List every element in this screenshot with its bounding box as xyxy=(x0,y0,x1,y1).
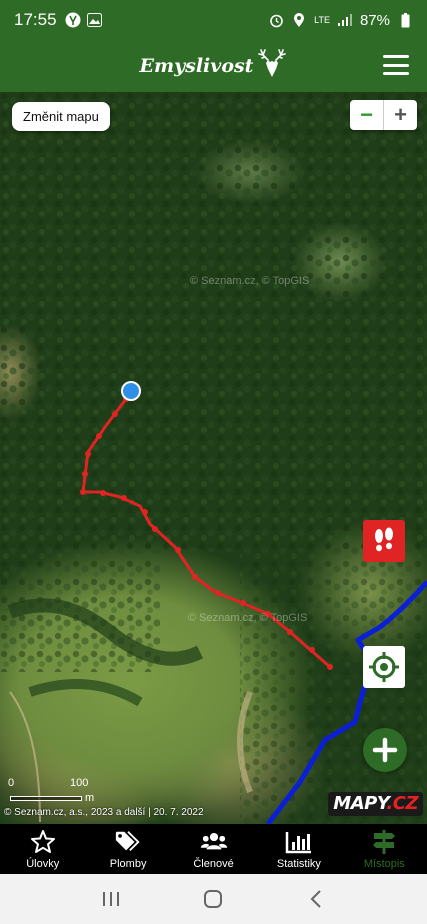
status-notification-icons xyxy=(65,12,103,28)
brand-name: Emyslivost xyxy=(139,55,254,77)
tags-icon xyxy=(114,829,142,855)
map-imagery xyxy=(0,92,427,824)
app-notification-icon xyxy=(65,12,81,28)
map-view[interactable]: © Seznam.cz, © TopGIS © Seznam.cz, © Top… xyxy=(0,92,427,824)
nav-label: Plomby xyxy=(109,857,147,870)
network-type: LTE xyxy=(314,14,330,25)
nav-label: Místopis xyxy=(363,857,405,870)
signpost-icon xyxy=(370,829,398,855)
map-watermark: © Seznam.cz, © TopGIS xyxy=(188,612,308,624)
current-location-marker xyxy=(121,381,141,401)
zoom-control: − + xyxy=(350,100,417,130)
alarm-icon xyxy=(268,12,284,28)
crosshair-icon xyxy=(369,652,399,682)
back-icon[interactable] xyxy=(304,887,328,911)
gallery-icon xyxy=(87,12,103,28)
bottom-navigation: Úlovky Plomby Členové Statistiky Místopi… xyxy=(0,824,427,874)
zoom-out-button[interactable]: − xyxy=(350,100,384,130)
scale-label-hundred: 100 xyxy=(70,777,89,789)
brand-logo: Emyslivost xyxy=(140,47,288,86)
star-icon xyxy=(29,829,57,855)
plus-icon xyxy=(372,737,398,763)
signal-icon xyxy=(337,12,353,28)
nav-label: Členové xyxy=(193,857,234,870)
nav-item-plomby[interactable]: Plomby xyxy=(85,824,170,874)
status-bar: 17:55 LTE 87% xyxy=(0,0,427,40)
battery-percent: 87% xyxy=(359,11,390,29)
locate-me-button[interactable] xyxy=(363,646,405,688)
status-right-icons: LTE 87% xyxy=(268,12,413,29)
map-watermark: © Seznam.cz, © TopGIS xyxy=(190,275,310,287)
deer-icon xyxy=(257,47,287,86)
nav-item-clenove[interactable]: Členové xyxy=(171,824,256,874)
mapy-cz-logo[interactable]: MAPY.CZ xyxy=(328,792,423,816)
nav-label: Úlovky xyxy=(26,857,60,870)
status-time: 17:55 xyxy=(14,10,57,29)
nav-label: Statistiky xyxy=(276,857,321,870)
change-map-button[interactable]: Změnit mapu xyxy=(12,102,110,131)
scale-label-zero: 0 xyxy=(8,777,15,789)
nav-item-ulovky[interactable]: Úlovky xyxy=(0,824,85,874)
zoom-in-button[interactable]: + xyxy=(384,100,417,130)
footsteps-icon xyxy=(375,527,393,552)
app-header: Emyslivost xyxy=(0,40,427,92)
bar-chart-icon xyxy=(285,829,313,855)
system-navigation-bar xyxy=(0,874,427,924)
location-pin-icon xyxy=(291,12,307,28)
users-icon xyxy=(200,829,228,855)
recent-apps-icon[interactable] xyxy=(99,887,123,911)
map-copyright[interactable]: © Seznam.cz, a.s., 2023 a další | 20. 7.… xyxy=(4,807,204,818)
scale-unit: m xyxy=(85,792,95,804)
battery-icon xyxy=(397,12,413,28)
logo-suffix: .CZ xyxy=(386,793,418,814)
hamburger-menu-icon[interactable] xyxy=(383,52,409,78)
footsteps-track-button[interactable] xyxy=(363,520,405,562)
add-button[interactable] xyxy=(363,728,407,772)
logo-text: MAPY xyxy=(333,793,387,814)
nav-item-mistopis[interactable]: Místopis xyxy=(342,824,427,874)
home-icon[interactable] xyxy=(201,887,225,911)
scale-bar xyxy=(10,796,82,801)
nav-item-statistiky[interactable]: Statistiky xyxy=(256,824,341,874)
